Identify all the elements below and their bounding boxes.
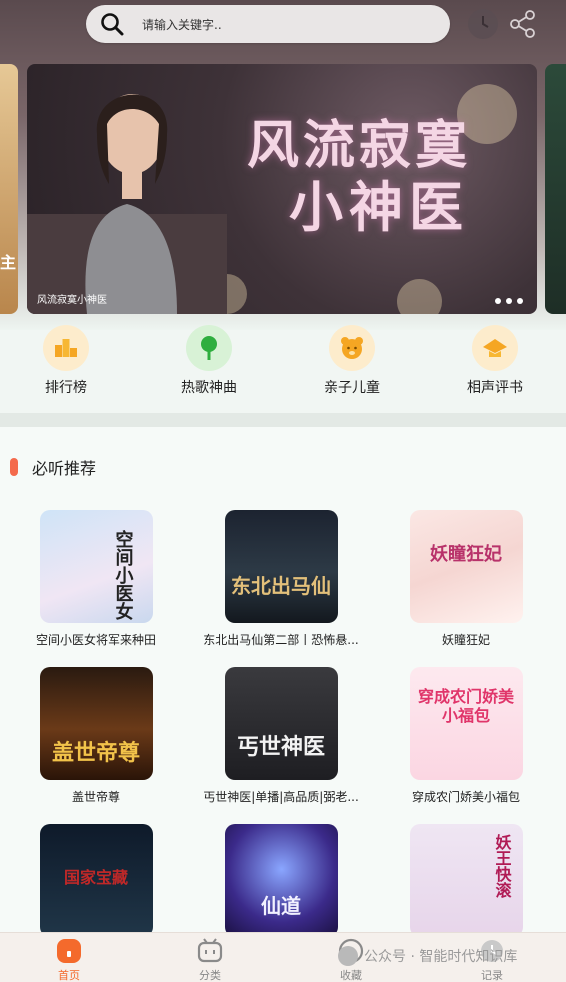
album-cover[interactable]: 东北出马仙 (224, 510, 338, 623)
bear-icon (329, 325, 375, 371)
album-card[interactable]: 丐世神医 丐世神医|单播|高品质|弼老... (191, 667, 371, 805)
wechat-icon (338, 946, 358, 966)
share-icon[interactable] (506, 7, 540, 41)
album-card[interactable]: 国家宝藏 (6, 824, 186, 937)
album-card[interactable]: 空间小医女 空间小医女将军来种田 (6, 510, 186, 648)
quick-label: 排行榜 (45, 380, 87, 396)
banner-pagination[interactable] (495, 298, 523, 304)
album-cover[interactable]: 妖王快滚 (409, 824, 523, 937)
album-cover[interactable]: 妖瞳狂妃 (409, 510, 523, 623)
section-divider (0, 413, 566, 427)
album-title[interactable]: 空间小医女将军来种田 (6, 631, 186, 648)
quick-label: 相声评书 (467, 380, 523, 396)
home-icon (55, 937, 83, 965)
album-card[interactable]: 妖王快滚 (376, 824, 556, 937)
nav-item-home[interactable]: 首页 (29, 937, 109, 982)
quick-item-ranking[interactable]: 排行榜 (16, 325, 116, 397)
music-note-icon (186, 325, 232, 371)
search-icon[interactable] (98, 10, 126, 38)
banner-title: 风流寂寞 小神医 (246, 115, 471, 239)
section-marker (10, 458, 18, 476)
quick-label: 热歌神曲 (181, 380, 237, 396)
quick-label: 亲子儿童 (324, 380, 380, 396)
quick-categories: 排行榜 热歌神曲 亲子儿童 相声评书 (0, 325, 566, 405)
banner-caption: 风流寂寞小神医 (37, 295, 107, 306)
quick-item-hot-songs[interactable]: 热歌神曲 (159, 325, 259, 397)
section-title: 必听推荐 (32, 459, 97, 478)
album-cover[interactable]: 穿成农门娇美小福包 (409, 667, 523, 780)
banner-prev-text: 主 (0, 253, 16, 272)
banner-prev-peek[interactable]: 主 (0, 64, 18, 314)
banner-slide[interactable]: 风流寂寞 小神医 风流寂寞小神医 (27, 64, 537, 314)
quick-item-crosstalk[interactable]: 相声评书 (445, 325, 545, 397)
hat-icon (472, 325, 518, 371)
album-cover[interactable]: 空间小医女 (39, 510, 153, 623)
category-icon (196, 937, 224, 965)
search-bar[interactable]: 请输入关键字.. (86, 5, 450, 43)
album-cover[interactable]: 丐世神医 (224, 667, 338, 780)
album-card[interactable]: 穿成农门娇美小福包 穿成农门娇美小福包 (376, 667, 556, 805)
clock-icon[interactable] (466, 7, 500, 41)
ranking-icon (43, 325, 89, 371)
banner-dot[interactable] (517, 298, 523, 304)
banner-next-peek[interactable] (545, 64, 566, 314)
album-title[interactable]: 妖瞳狂妃 (376, 631, 556, 648)
nav-item-category[interactable]: 分类 (170, 937, 250, 982)
search-placeholder[interactable]: 请输入关键字.. (142, 16, 222, 33)
banner-portrait (27, 94, 227, 314)
album-card[interactable]: 东北出马仙 东北出马仙第二部丨恐怖悬... (191, 510, 371, 648)
album-title[interactable]: 盖世帝尊 (6, 788, 186, 805)
quick-item-kids[interactable]: 亲子儿童 (302, 325, 402, 397)
album-title[interactable]: 东北出马仙第二部丨恐怖悬... (191, 631, 371, 648)
album-cover[interactable]: 盖世帝尊 (39, 667, 153, 780)
section-header: 必听推荐 (10, 455, 96, 479)
album-title[interactable]: 丐世神医|单播|高品质|弼老... (191, 788, 371, 805)
watermark-text: 公众号 · 智能时代知识库 (364, 949, 518, 965)
banner-dot[interactable] (495, 298, 501, 304)
album-cover[interactable]: 国家宝藏 (39, 824, 153, 937)
album-card[interactable]: 盖世帝尊 盖世帝尊 (6, 667, 186, 805)
banner-dot[interactable] (506, 298, 512, 304)
album-cover[interactable]: 仙道 (224, 824, 338, 937)
watermark: 公众号 · 智能时代知识库 (338, 946, 517, 966)
recommend-section: 必听推荐 空间小医女 空间小医女将军来种田 东北出马仙 东北出马仙第二部丨恐怖悬… (0, 427, 566, 937)
album-title[interactable]: 穿成农门娇美小福包 (376, 788, 556, 805)
album-card[interactable]: 妖瞳狂妃 妖瞳狂妃 (376, 510, 556, 648)
album-card[interactable]: 仙道 (191, 824, 371, 937)
